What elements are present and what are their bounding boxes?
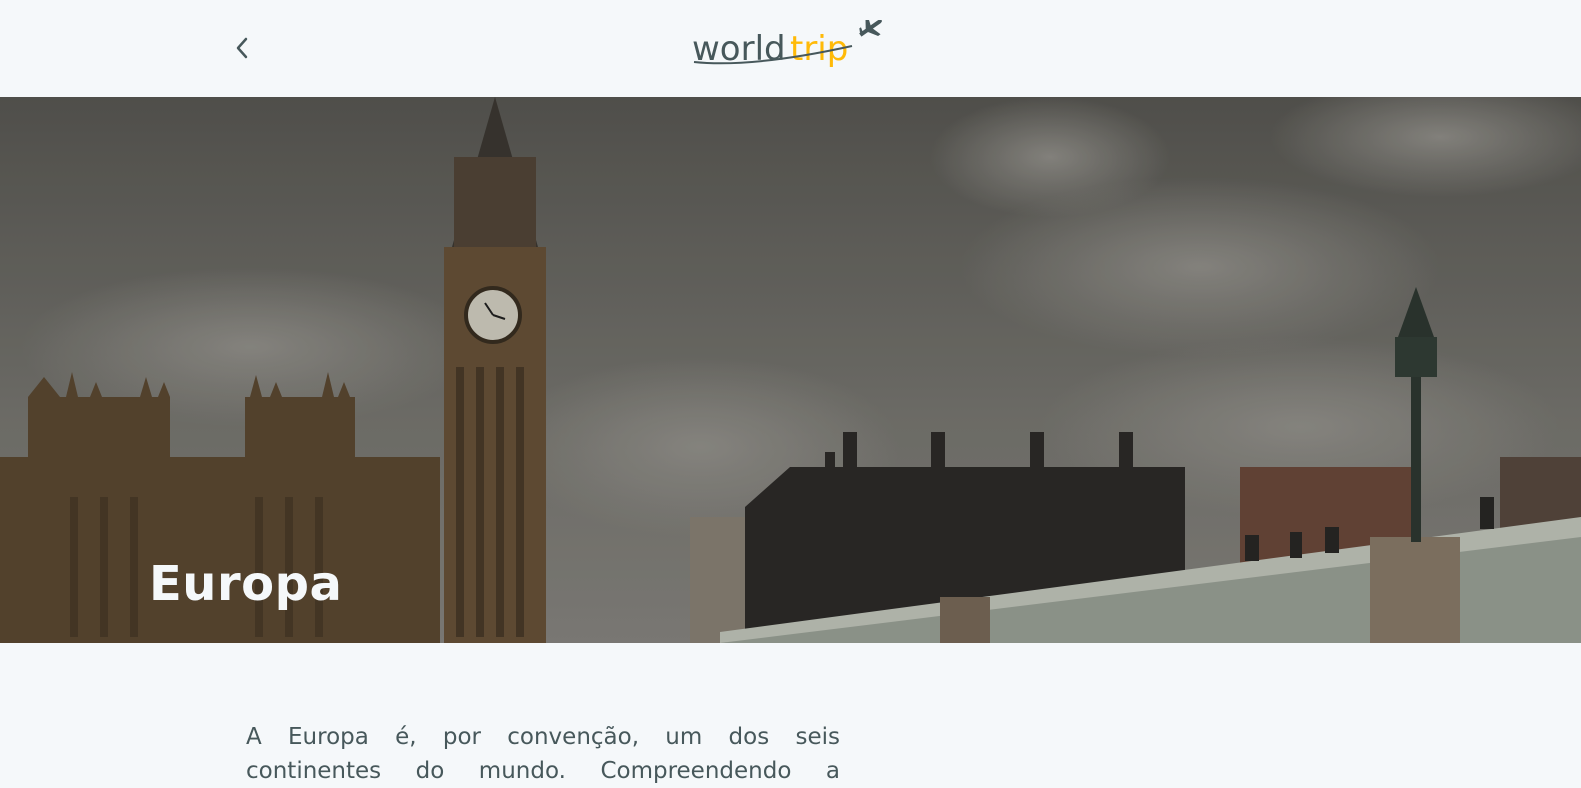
description-line: continentes do mundo. Compreendendo a — [246, 758, 840, 784]
site-header: world trip — [0, 0, 1581, 97]
worldtrip-logo[interactable]: world trip — [692, 20, 882, 76]
description-line: A Europa é, por convenção, um dos seis — [246, 724, 840, 750]
chevron-left-icon — [236, 37, 248, 59]
hero-banner: Europa — [0, 97, 1581, 643]
airplane-icon — [859, 20, 882, 37]
page-title: Europa — [149, 556, 343, 612]
continent-description: A Europa é, por convenção, um dos seis c… — [246, 720, 840, 788]
back-button[interactable] — [226, 30, 258, 66]
